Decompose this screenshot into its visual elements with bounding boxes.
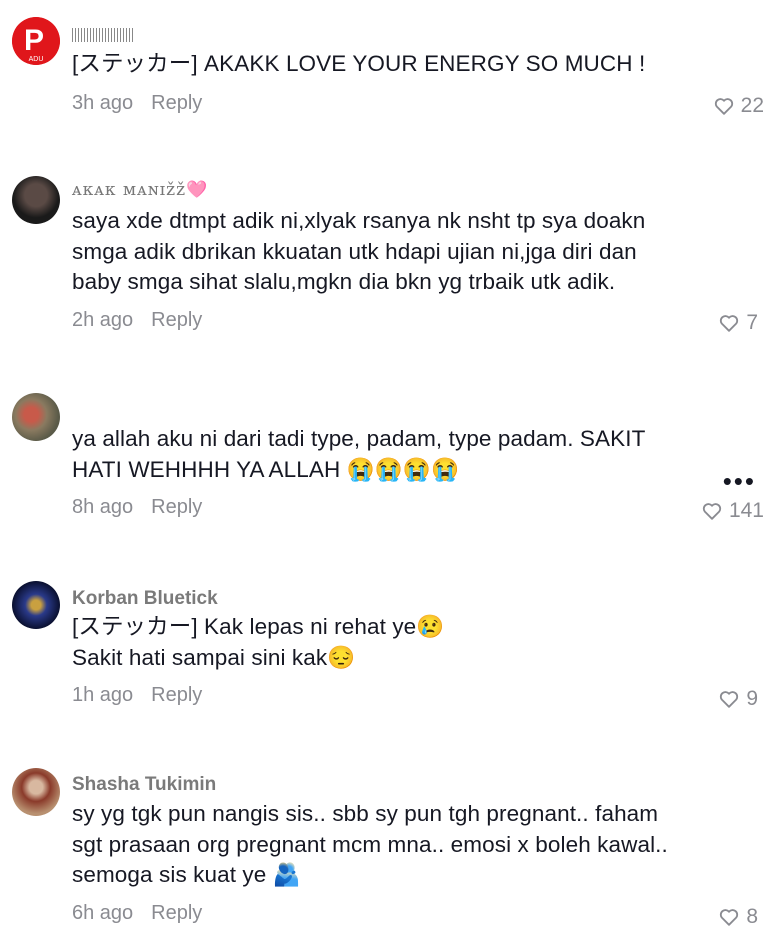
like-count: 22 [740,94,764,117]
comment-text: ya allah aku ni dari tadi type, padam, t… [72,424,712,485]
avatar[interactable] [12,768,60,816]
brand-logo-icon: P ADU [12,17,60,65]
comment-meta: 2h ago Reply [72,309,202,332]
timestamp: 1h ago [72,684,134,706]
timestamp: 6h ago [72,902,134,924]
comment-line: Sakit hati sampai sini kak😔 [72,644,356,670]
reply-button[interactable]: Reply [151,496,202,518]
timestamp: 3h ago [72,92,134,114]
username[interactable]: ᴀᴋᴀᴋ ᴍᴀɴɪžž🩷 [72,180,208,200]
like-button[interactable]: 141 [701,499,764,523]
like-count: 7 [746,311,758,334]
heart-icon [720,315,739,332]
heart-icon [702,503,722,520]
like-count: 9 [746,687,758,710]
comment-line: HATI WEHHHH YA ALLAH 😭😭😭😭 [72,456,460,482]
heart-icon [714,98,733,115]
svg-text:P: P [24,24,44,57]
more-options-button[interactable]: ••• [723,468,756,494]
comment-line: [ステッカー] Kak lepas ni rehat ye😢 [72,614,445,639]
comment-line: saya xde dtmpt adik ni,xlyak rsanya nk n… [72,208,646,233]
comment-item: P ADU [ステッカー] AKAKK LOVE YOUR ENERGY SO … [0,0,780,140]
comment-text: sy yg tgk pun nangis sis.. sbb sy pun tg… [72,799,712,891]
svg-text:ADU: ADU [29,56,44,63]
comment-item: Korban Bluetick [ステッカー] Kak lepas ni reh… [0,578,780,718]
like-button[interactable]: 8 [718,905,758,929]
comment-meta: 6h ago Reply [72,902,202,925]
like-button[interactable]: 7 [718,311,758,335]
comment-meta: 8h ago Reply [72,496,202,519]
avatar[interactable] [12,581,60,629]
reply-button[interactable]: Reply [151,92,202,114]
username[interactable]: Korban Bluetick [72,588,218,610]
username[interactable]: Shasha Tukimin [72,774,216,796]
like-button[interactable]: 9 [718,687,758,711]
reply-button[interactable]: Reply [151,902,202,924]
comment-text: [ステッカー] Kak lepas ni rehat ye😢 Sakit hat… [72,612,712,673]
comment-item: ya allah aku ni dari tadi type, padam, t… [0,390,780,540]
timestamp: 8h ago [72,496,134,518]
reply-button[interactable]: Reply [151,309,202,331]
comment-line: [ステッカー] AKAKK LOVE YOUR ENERGY SO MUCH ! [72,51,646,76]
username-redacted[interactable] [72,28,134,42]
like-count: 141 [728,499,764,522]
comment-line: sy yg tgk pun nangis sis.. sbb sy pun tg… [72,801,659,826]
avatar[interactable] [12,176,60,224]
comment-item: ᴀᴋᴀᴋ ᴍᴀɴɪžž🩷 saya xde dtmpt adik ni,xlya… [0,170,780,350]
comment-text: saya xde dtmpt adik ni,xlyak rsanya nk n… [72,206,712,298]
heart-icon [720,691,739,708]
comment-meta: 3h ago Reply [72,92,202,115]
avatar[interactable]: P ADU [12,17,60,65]
comment-item: Shasha Tukimin sy yg tgk pun nangis sis.… [0,765,780,946]
avatar[interactable] [12,393,60,441]
comment-line: ya allah aku ni dari tadi type, padam, t… [72,426,646,451]
comment-text: [ステッカー] AKAKK LOVE YOUR ENERGY SO MUCH ! [72,49,712,80]
like-button[interactable]: 22 [713,94,764,118]
comment-line: baby smga sihat slalu,mgkn dia bkn yg tr… [72,269,616,294]
heart-icon [720,909,739,926]
comment-meta: 1h ago Reply [72,684,202,707]
comment-line: smga adik dbrikan kkuatan utk hdapi ujia… [72,238,637,264]
timestamp: 2h ago [72,309,134,331]
reply-button[interactable]: Reply [151,684,202,706]
comment-line: semoga sis kuat ye 🫂 [72,862,301,887]
comment-line: sgt prasaan org pregnant mcm mna.. emosi… [72,831,668,857]
like-count: 8 [746,905,758,928]
